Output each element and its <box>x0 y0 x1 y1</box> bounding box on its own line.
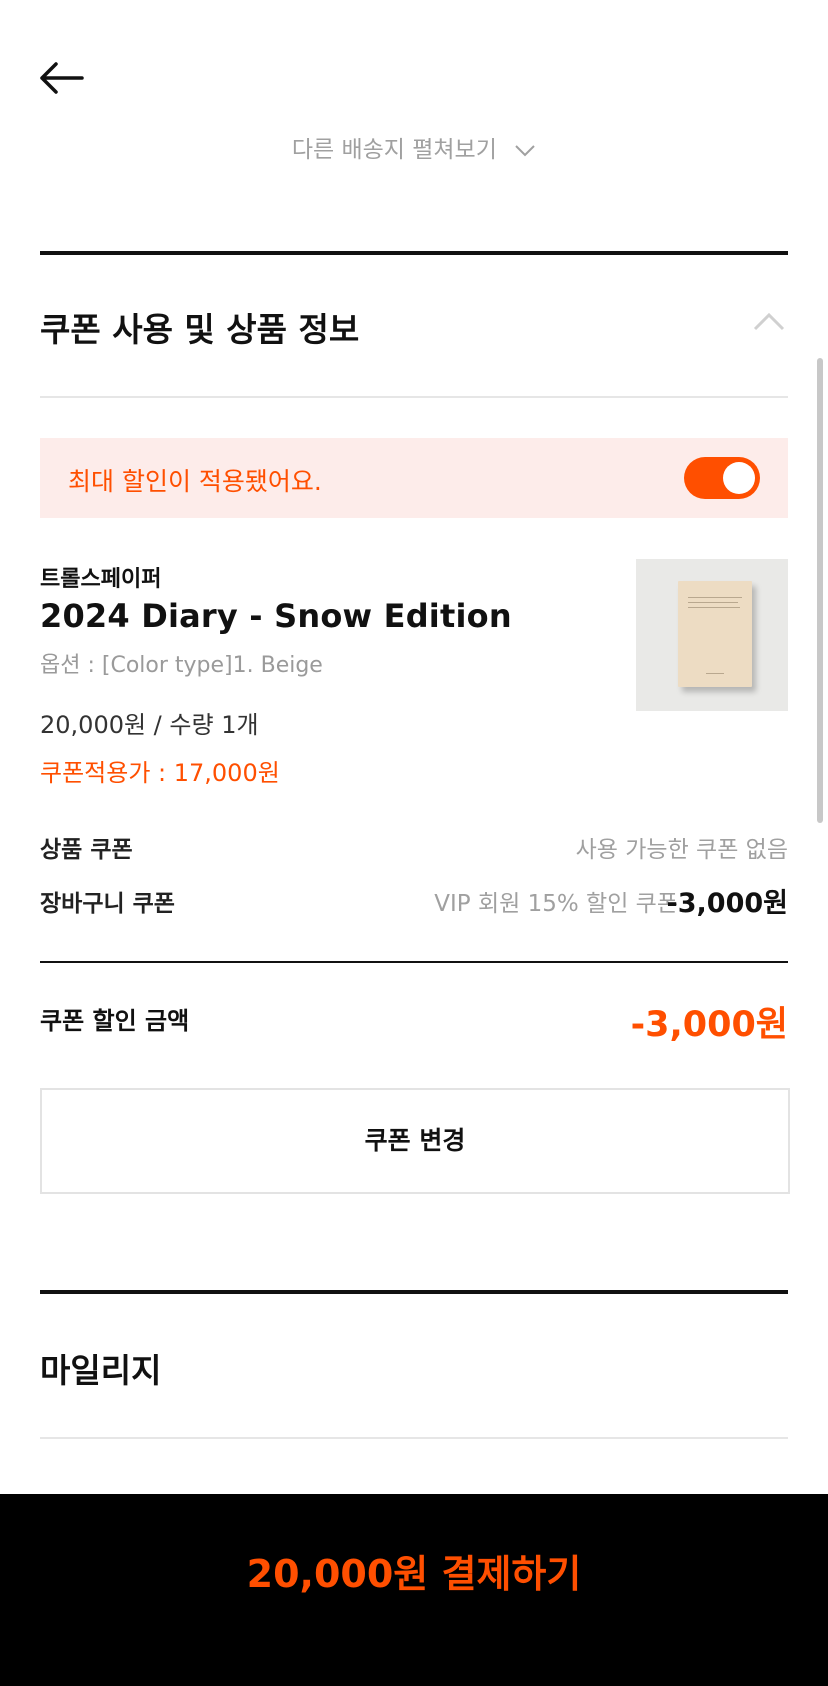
toggle-knob <box>723 462 755 494</box>
chevron-down-icon <box>514 138 536 164</box>
change-coupon-button[interactable]: 쿠폰 변경 <box>40 1088 790 1194</box>
coupon-discount-label: 쿠폰 할인 금액 <box>40 1007 190 1035</box>
section-header-divider <box>40 396 788 398</box>
product-name: 2024 Diary - Snow Edition <box>40 597 512 635</box>
product-option: 옵션 : [Color type]1. Beige <box>40 653 323 678</box>
product-price-quantity: 20,000원 / 수량 1개 <box>40 711 259 739</box>
scrollbar[interactable] <box>817 358 823 823</box>
max-discount-toggle[interactable] <box>684 457 760 499</box>
coupon-applied-price: 쿠폰적용가 : 17,000원 <box>40 759 280 787</box>
other-address-label: 다른 배송지 펼쳐보기 <box>291 137 497 163</box>
cart-coupon-label: 장바구니 쿠폰 <box>40 891 175 917</box>
section-divider <box>40 1290 788 1294</box>
coupon-discount-amount: -3,000원 <box>630 1005 788 1045</box>
mileage-header-divider <box>40 1437 788 1439</box>
cart-coupon-amount: -3,000원 <box>666 888 788 919</box>
mileage-section-title: 마일리지 <box>40 1351 162 1390</box>
pay-button-label: 20,000원 결제하기 <box>246 1552 582 1596</box>
cart-coupon-description[interactable]: VIP 회원 15% 할인 쿠폰 <box>434 884 678 918</box>
diary-image <box>678 581 752 687</box>
discount-divider <box>40 961 788 963</box>
product-thumbnail <box>636 559 788 711</box>
chevron-up-icon[interactable] <box>752 310 786 332</box>
arrow-left-icon <box>40 62 84 94</box>
back-button[interactable] <box>36 58 86 98</box>
max-discount-text: 최대 할인이 적용됐어요. <box>68 467 322 496</box>
other-address-toggle[interactable]: 다른 배송지 펼쳐보기 <box>0 130 828 164</box>
product-coupon-label: 상품 쿠폰 <box>40 837 133 863</box>
max-discount-banner: 최대 할인이 적용됐어요. <box>40 438 788 518</box>
product-brand: 트롤스페이퍼 <box>40 567 162 592</box>
section-divider <box>40 251 788 255</box>
product-coupon-value[interactable]: 사용 가능한 쿠폰 없음 <box>576 830 788 864</box>
coupon-section-title: 쿠폰 사용 및 상품 정보 <box>40 310 360 349</box>
